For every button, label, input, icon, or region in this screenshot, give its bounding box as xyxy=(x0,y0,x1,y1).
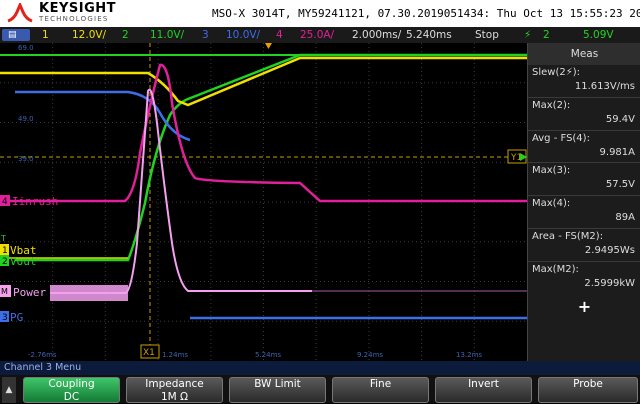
time-delay[interactable]: 5.240ms xyxy=(406,27,452,43)
measurement-value: 57.5V xyxy=(605,179,635,191)
home-glyph-icon: ▤ xyxy=(8,30,17,40)
x-tick-4: 9.24ms xyxy=(357,351,383,359)
softkey-impedance[interactable]: Impedance 1M Ω xyxy=(126,377,223,403)
time-scale[interactable]: 2.000ms/ xyxy=(352,27,401,43)
softkey-label: Impedance xyxy=(145,378,204,390)
measurement-row[interactable]: Max(2): 59.4V xyxy=(528,98,640,131)
measurement-row[interactable]: Max(3): 57.5V xyxy=(528,163,640,197)
channel-status-bar: ▤ 1 12.0V/ 2 11.0V/ 3 10.0V/ 4 25.0A/ 2.… xyxy=(0,27,640,43)
back-arrow-icon[interactable]: ▲ xyxy=(2,377,16,403)
measurement-value: 89A xyxy=(615,212,635,224)
cursor-x1-label: X1 xyxy=(143,348,155,358)
ch4-scale[interactable]: 25.0A/ xyxy=(300,27,334,43)
measurement-label: Slew(2⚡): xyxy=(532,67,581,78)
keysight-logo-icon xyxy=(7,3,33,23)
x-tick-2: 1.24ms xyxy=(162,351,188,359)
instrument-header: KEYSIGHT TECHNOLOGIES MSO-X 3014T, MY592… xyxy=(0,0,640,27)
ch1-waveform xyxy=(0,56,527,107)
menu-title: Channel 3 Menu xyxy=(4,362,82,373)
trigger-marker-t: T xyxy=(0,234,6,243)
brand-subtitle: TECHNOLOGIES xyxy=(39,15,109,23)
measurement-label: Area - FS(M2): xyxy=(532,230,604,242)
label-inrush: Iinrush xyxy=(12,195,58,208)
ch4-marker-text: 4 xyxy=(2,197,8,207)
measurements-panel: Meas Slew(2⚡): 11.613V/ms Max(2): 59.4V … xyxy=(527,43,640,361)
softkey-value: 1M Ω xyxy=(160,391,189,403)
softkey-label: BW Limit xyxy=(254,378,301,390)
brand-name: KEYSIGHT xyxy=(39,1,116,16)
y-tick-2: 49.0 xyxy=(18,115,34,123)
ch1-scale[interactable]: 12.0V/ xyxy=(72,27,106,43)
ch1-number[interactable]: 1 xyxy=(42,27,49,43)
measurement-label: Max(M2): xyxy=(532,263,579,275)
ch3-marker-text: 3 xyxy=(2,313,8,323)
measurement-value: 2.9495Ws xyxy=(584,244,635,256)
trigger-position-marker[interactable] xyxy=(265,43,272,49)
y-tick-3: 39.0 xyxy=(18,155,34,163)
math-waveform xyxy=(50,88,312,294)
measurement-value: 2.5999kW xyxy=(584,277,635,289)
math-noise-band xyxy=(50,285,128,301)
softkey-bar: ▲ Coupling DC Impedance 1M Ω BW Limit Fi… xyxy=(0,375,640,403)
trigger-level[interactable]: 5.09V xyxy=(583,27,614,43)
plus-icon[interactable]: + xyxy=(528,297,640,316)
softkey-label: Probe xyxy=(573,378,603,390)
ch4-number[interactable]: 4 xyxy=(276,27,283,43)
y-tick-1: 69.0 xyxy=(18,44,34,52)
math-marker-text: M xyxy=(1,287,8,296)
measurement-row[interactable]: Avg - FS(4): 9.981A xyxy=(528,131,640,164)
label-pg: PG xyxy=(10,311,23,324)
measurement-label: Max(3): xyxy=(532,165,571,177)
ch2-number[interactable]: 2 xyxy=(122,27,129,43)
x-tick-1: -2.76ms xyxy=(28,351,57,359)
ch1-marker-text: 1 xyxy=(2,246,8,256)
softkey-probe[interactable]: Probe xyxy=(538,377,638,403)
trigger-source[interactable]: 2 xyxy=(543,27,550,43)
measurement-label: Avg - FS(4): xyxy=(532,132,590,144)
instrument-info: MSO-X 3014T, MY59241121, 07.30.201905143… xyxy=(212,7,640,20)
softkey-label: Coupling xyxy=(48,378,95,390)
softkey-fine[interactable]: Fine xyxy=(332,377,429,403)
label-vout: Vout xyxy=(10,255,37,268)
ch2-marker-text: 2 xyxy=(2,257,8,267)
measurement-row[interactable]: Max(M2): 2.5999kW xyxy=(528,262,640,294)
ch3-scale[interactable]: 10.0V/ xyxy=(226,27,260,43)
measurement-row[interactable]: Slew(2⚡): 11.613V/ms xyxy=(528,65,640,98)
measurement-value: 59.4V xyxy=(605,113,635,125)
label-power: Power xyxy=(13,286,46,299)
menu-title-bar: Channel 3 Menu xyxy=(0,361,640,375)
softkey-invert[interactable]: Invert xyxy=(435,377,532,403)
measurement-label: Max(4): xyxy=(532,198,571,210)
x-tick-5: 13.2ms xyxy=(456,351,482,359)
softkey-label: Invert xyxy=(468,378,499,390)
run-state: Stop xyxy=(475,29,499,41)
measurement-label: Max(2): xyxy=(532,99,571,111)
measurement-row[interactable]: Area - FS(M2): 2.9495Ws xyxy=(528,229,640,262)
trigger-edge-icon: ⚡ xyxy=(524,29,532,41)
softkey-label: Fine xyxy=(369,378,392,390)
softkey-bw-limit[interactable]: BW Limit xyxy=(229,377,326,403)
measurement-value: 9.981A xyxy=(599,146,635,158)
softkey-value: DC xyxy=(63,391,80,403)
ch2-scale[interactable]: 11.0V/ xyxy=(150,27,184,43)
softkey-coupling[interactable]: Coupling DC xyxy=(23,377,120,403)
ch3-number[interactable]: 3 xyxy=(202,27,209,43)
ch4-waveform xyxy=(0,63,527,203)
measurement-value: 11.613V/ms xyxy=(574,81,635,92)
measurement-row[interactable]: Max(4): 89A xyxy=(528,196,640,229)
measurements-title: Meas xyxy=(528,43,640,65)
waveform-display[interactable]: 69.0 49.0 39.0 -2.76ms 1.24ms 5.24ms 9.2… xyxy=(0,43,527,361)
x-tick-3: 5.24ms xyxy=(255,351,281,359)
